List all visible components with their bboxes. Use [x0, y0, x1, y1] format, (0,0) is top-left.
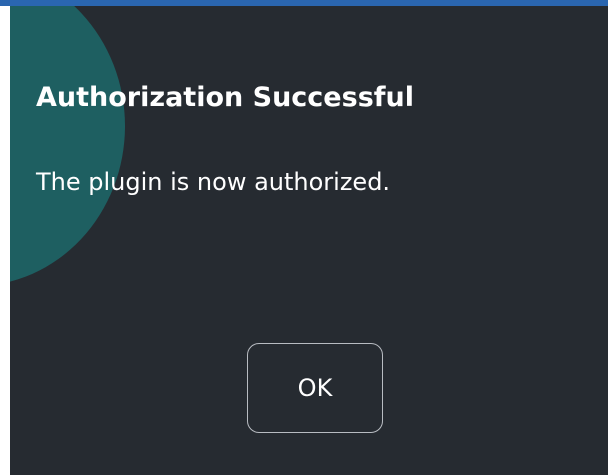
dialog-message: The plugin is now authorized. — [36, 168, 391, 196]
dialog-title: Authorization Successful — [36, 82, 414, 113]
decorative-circle — [10, 6, 125, 286]
authorization-dialog: Authorization Successful The plugin is n… — [10, 6, 608, 475]
ok-button[interactable]: OK — [247, 343, 383, 433]
window-left-edge — [0, 6, 10, 475]
